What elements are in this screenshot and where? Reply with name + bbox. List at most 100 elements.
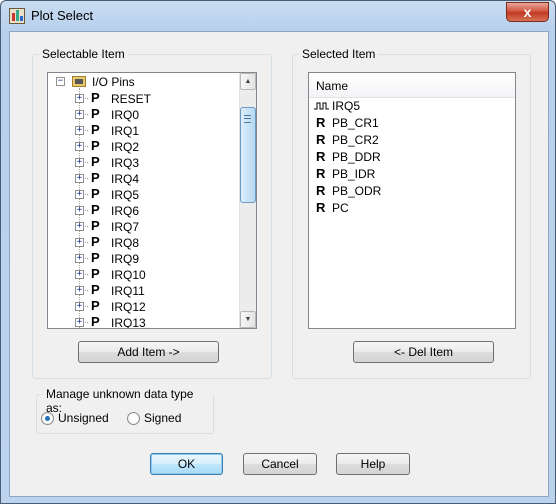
expand-plus-icon[interactable]: +	[75, 174, 84, 183]
pin-type-p-icon: P	[91, 122, 100, 137]
selected-item-label: PB_CR1	[332, 116, 379, 130]
signed-radio[interactable]	[127, 412, 140, 425]
pin-type-p-icon: P	[91, 186, 100, 201]
scroll-up-arrow-icon[interactable]: ▲	[240, 73, 256, 90]
selected-item-row[interactable]: R PB_IDR	[309, 166, 515, 183]
selectable-tree[interactable]: − I/O Pins + P RESET + P IRQ0 + P IRQ1 + P IRQ2 + P IRQ3…	[47, 72, 257, 329]
tree-rows: − I/O Pins + P RESET + P IRQ0 + P IRQ1 + P IRQ2 + P IRQ3…	[48, 73, 239, 328]
expand-plus-icon[interactable]: +	[75, 110, 84, 119]
selected-item-label: PC	[332, 201, 349, 215]
pin-type-p-icon: P	[91, 202, 100, 217]
selected-item-label: PB_CR2	[332, 133, 379, 147]
pin-type-p-icon: P	[91, 218, 100, 233]
scroll-down-arrow-icon[interactable]: ▼	[240, 311, 256, 328]
expand-plus-icon[interactable]: +	[75, 270, 84, 279]
waveform-icon	[314, 102, 329, 110]
tree-item[interactable]: + P IRQ4	[48, 170, 239, 186]
unsigned-label[interactable]: Unsigned	[58, 411, 109, 425]
register-r-icon: R	[316, 200, 326, 215]
del-item-button[interactable]: <- Del Item	[353, 341, 494, 363]
window-title: Plot Select	[31, 8, 94, 23]
close-button[interactable]: x	[506, 2, 549, 22]
tree-item-label: IRQ13	[111, 316, 146, 328]
selected-item-row[interactable]: IRQ5	[309, 98, 515, 115]
selected-item-label: PB_ODR	[332, 184, 382, 198]
help-button[interactable]: Help	[336, 453, 410, 475]
register-r-icon: R	[316, 166, 326, 181]
selected-item-row[interactable]: R PB_CR2	[309, 132, 515, 149]
selected-item-label: PB_IDR	[332, 167, 376, 181]
tree-item-label: IRQ8	[111, 236, 140, 250]
expand-plus-icon[interactable]: +	[75, 286, 84, 295]
collapse-expander-icon[interactable]: −	[56, 77, 65, 86]
tree-item[interactable]: + P IRQ0	[48, 106, 239, 122]
selected-list[interactable]: Name IRQ5 R PB_CR1 R PB_CR2 R PB_DDR R PB_IDR R PB…	[308, 72, 516, 329]
pin-type-p-icon: P	[91, 234, 100, 249]
expand-plus-icon[interactable]: +	[75, 254, 84, 263]
tree-item[interactable]: + P IRQ3	[48, 154, 239, 170]
add-item-button[interactable]: Add Item ->	[78, 341, 219, 363]
tree-item[interactable]: + P IRQ1	[48, 122, 239, 138]
selectable-item-label: Selectable Item	[39, 47, 128, 61]
selected-item-row[interactable]: R PB_DDR	[309, 149, 515, 166]
title-bar[interactable]: Plot Select x	[1, 1, 555, 31]
tree-item[interactable]: + P IRQ6	[48, 202, 239, 218]
expand-plus-icon[interactable]: +	[75, 142, 84, 151]
plot-select-dialog: Plot Select x Selectable Item − I/O Pins +…	[0, 0, 556, 504]
tree-item-label: IRQ9	[111, 252, 140, 266]
expand-plus-icon[interactable]: +	[75, 190, 84, 199]
signed-label[interactable]: Signed	[144, 411, 181, 425]
tree-item[interactable]: + P IRQ7	[48, 218, 239, 234]
expand-plus-icon[interactable]: +	[75, 238, 84, 247]
pin-type-p-icon: P	[91, 298, 100, 313]
selected-item-label: Selected Item	[299, 47, 379, 61]
tree-root-label: I/O Pins	[92, 75, 135, 89]
dialog-client-area: Selectable Item − I/O Pins + P RESET + P IRQ0 + P…	[9, 31, 549, 497]
chart-app-icon	[9, 8, 25, 24]
tree-item[interactable]: + P IRQ10	[48, 266, 239, 282]
cancel-button[interactable]: Cancel	[243, 453, 317, 475]
tree-item[interactable]: + P IRQ12	[48, 298, 239, 314]
tree-item-label: IRQ2	[111, 140, 140, 154]
tree-item-label: IRQ11	[111, 284, 145, 298]
tree-item-label: IRQ4	[111, 172, 140, 186]
expand-plus-icon[interactable]: +	[75, 206, 84, 215]
pin-type-p-icon: P	[91, 314, 100, 329]
register-r-icon: R	[316, 132, 326, 147]
selected-item-row[interactable]: R PB_CR1	[309, 115, 515, 132]
selected-item-row[interactable]: R PC	[309, 200, 515, 217]
selected-item-row[interactable]: R PB_ODR	[309, 183, 515, 200]
tree-item-label: IRQ12	[111, 300, 146, 314]
pin-type-p-icon: P	[91, 266, 100, 281]
tree-item[interactable]: + P IRQ2	[48, 138, 239, 154]
tree-item[interactable]: + P IRQ9	[48, 250, 239, 266]
tree-item-label: IRQ6	[111, 204, 140, 218]
tree-item[interactable]: + P IRQ8	[48, 234, 239, 250]
tree-item[interactable]: + P RESET	[48, 90, 239, 106]
tree-item-label: RESET	[111, 92, 152, 106]
tree-item-label: IRQ1	[111, 124, 140, 138]
expand-plus-icon[interactable]: +	[75, 94, 84, 103]
pin-type-p-icon: P	[91, 170, 100, 185]
pin-type-p-icon: P	[91, 154, 100, 169]
name-column-header[interactable]: Name	[309, 73, 515, 98]
pin-type-p-icon: P	[91, 106, 100, 121]
tree-item-label: IRQ0	[111, 108, 140, 122]
tree-item[interactable]: + P IRQ5	[48, 186, 239, 202]
pin-type-p-icon: P	[91, 282, 100, 297]
unsigned-radio[interactable]	[41, 412, 54, 425]
ok-button[interactable]: OK	[150, 453, 223, 475]
register-r-icon: R	[316, 115, 326, 130]
tree-item[interactable]: + P IRQ11	[48, 282, 239, 298]
expand-plus-icon[interactable]: +	[75, 158, 84, 167]
tree-root-io-pins[interactable]: − I/O Pins	[48, 74, 239, 90]
expand-plus-icon[interactable]: +	[75, 318, 84, 327]
tree-item[interactable]: + P IRQ13	[48, 314, 239, 328]
expand-plus-icon[interactable]: +	[75, 222, 84, 231]
register-r-icon: R	[316, 149, 326, 164]
expand-plus-icon[interactable]: +	[75, 126, 84, 135]
tree-vertical-scrollbar[interactable]: ▲ ▼	[239, 73, 256, 328]
selected-item-label: IRQ5	[332, 99, 361, 113]
expand-plus-icon[interactable]: +	[75, 302, 84, 311]
register-r-icon: R	[316, 183, 326, 198]
